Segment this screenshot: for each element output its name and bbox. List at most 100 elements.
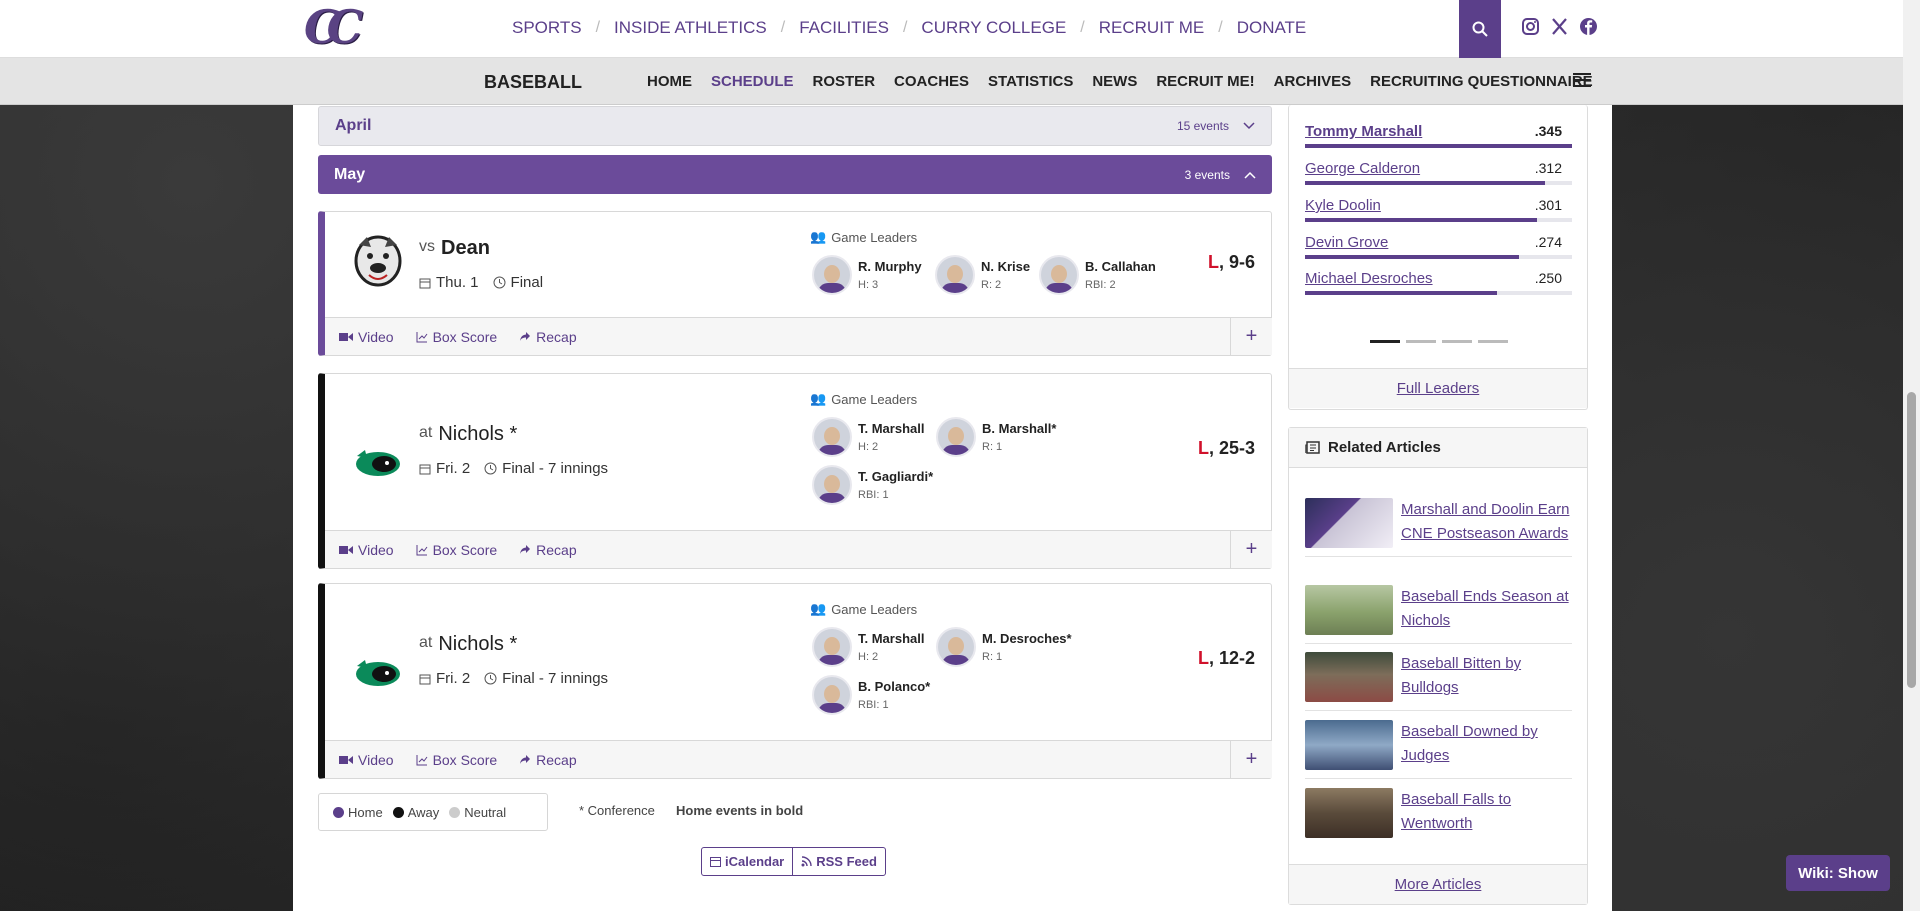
article-thumbnail[interactable] <box>1305 585 1393 635</box>
subnav-coaches[interactable]: COACHES <box>894 73 969 90</box>
leader-row[interactable]: George Calderon .312 <box>1305 160 1572 185</box>
expand-button[interactable]: + <box>1230 318 1272 355</box>
game-meta: Fri. 2 Final - 7 innings <box>419 670 608 687</box>
instagram-icon[interactable] <box>1521 17 1540 36</box>
month-accordion-may[interactable]: May 3 events <box>318 155 1272 194</box>
article-title[interactable]: Baseball Falls to Wentworth <box>1401 788 1572 838</box>
game-leader[interactable]: N. Krise R: 2 <box>935 255 1030 295</box>
video-link[interactable]: Video <box>339 329 394 345</box>
game-leader[interactable]: M. Desroches* R: 1 <box>936 627 1072 667</box>
carousel-dot[interactable] <box>1406 340 1436 343</box>
recap-link[interactable]: Recap <box>519 752 577 768</box>
nav-facilities[interactable]: FACILITIES <box>799 18 889 38</box>
more-articles-link[interactable]: More Articles <box>1289 864 1587 904</box>
game-leader[interactable]: R. Murphy H: 3 <box>812 255 922 295</box>
game-leader[interactable]: B. Callahan RBI: 2 <box>1039 255 1156 295</box>
subnav-statistics[interactable]: STATISTICS <box>988 73 1073 90</box>
video-link[interactable]: Video <box>339 542 394 558</box>
leader-row[interactable]: Michael Desroches .250 <box>1305 270 1572 295</box>
subnav-roster[interactable]: ROSTER <box>813 73 876 90</box>
leader-player[interactable]: Devin Grove <box>1305 234 1388 251</box>
leader-player[interactable]: Michael Desroches <box>1305 270 1433 287</box>
leader-player[interactable]: George Calderon <box>1305 160 1420 177</box>
subnav-recruiting-questionnaire[interactable]: RECRUITING QUESTIONNAIRE <box>1370 73 1593 90</box>
opponent-name[interactable]: Nichols * <box>438 633 517 655</box>
leader-bar-fill <box>1305 255 1519 259</box>
game-leader[interactable]: T. Marshall H: 2 <box>812 627 924 667</box>
expand-button[interactable]: + <box>1230 741 1272 778</box>
article-thumbnail[interactable] <box>1305 652 1393 702</box>
article-item[interactable]: Baseball Ends Season at Nichols <box>1305 585 1572 644</box>
article-item[interactable]: Baseball Falls to Wentworth <box>1305 788 1572 846</box>
x-twitter-icon[interactable] <box>1550 17 1569 36</box>
article-title[interactable]: Marshall and Doolin Earn CNE Postseason … <box>1401 498 1572 548</box>
carousel-dot[interactable] <box>1478 340 1508 343</box>
leader-stat: H: 3 <box>858 279 879 291</box>
article-item[interactable]: Baseball Downed by Judges <box>1305 720 1572 779</box>
nav-donate[interactable]: DONATE <box>1237 18 1307 38</box>
article-title[interactable]: Baseball Downed by Judges <box>1401 720 1572 770</box>
leader-row[interactable]: Devin Grove .274 <box>1305 234 1572 259</box>
share-icon <box>520 332 531 341</box>
month-accordion-april[interactable]: April 15 events <box>318 106 1272 146</box>
game-leader[interactable]: B. Polanco* RBI: 1 <box>812 675 930 715</box>
article-thumbnail[interactable] <box>1305 788 1393 838</box>
game-leader[interactable]: T. Marshall H: 2 <box>812 417 924 457</box>
subnav-schedule[interactable]: SCHEDULE <box>711 73 794 90</box>
carousel-dot[interactable] <box>1442 340 1472 343</box>
legend-home: Home <box>333 805 383 820</box>
article-item[interactable]: Marshall and Doolin Earn CNE Postseason … <box>1305 498 1572 557</box>
leader-player[interactable]: Kyle Doolin <box>1305 197 1381 214</box>
nav-sports[interactable]: SPORTS <box>512 18 582 38</box>
event-count: 3 events <box>1184 167 1230 182</box>
icalendar-button[interactable]: iCalendar <box>702 848 792 875</box>
facebook-icon[interactable] <box>1579 17 1598 36</box>
box-score-link[interactable]: Box Score <box>416 752 497 768</box>
nav-inside-athletics[interactable]: INSIDE ATHLETICS <box>614 18 767 38</box>
rss-feed-button[interactable]: RSS Feed <box>792 848 885 875</box>
leader-row[interactable]: Tommy Marshall .345 <box>1305 123 1572 148</box>
box-score-link[interactable]: Box Score <box>416 542 497 558</box>
article-title[interactable]: Baseball Ends Season at Nichols <box>1401 585 1572 635</box>
game-meta: Thu. 1 Final <box>419 274 543 291</box>
leader-player[interactable]: Tommy Marshall <box>1305 123 1422 140</box>
wiki-show-button[interactable]: Wiki: Show <box>1786 855 1890 891</box>
nav-separator: / <box>595 19 601 36</box>
calendar-icon <box>419 464 431 474</box>
nav-curry-college[interactable]: CURRY COLLEGE <box>921 18 1066 38</box>
box-score-link[interactable]: Box Score <box>416 329 497 345</box>
chevron-down-icon <box>1243 122 1255 130</box>
opponent-name[interactable]: Dean <box>441 237 490 259</box>
curry-college-logo[interactable]: CC <box>304 2 366 52</box>
game-status: Final - 7 innings <box>502 460 609 477</box>
game-leader[interactable]: T. Gagliardi* RBI: 1 <box>812 465 933 505</box>
subnav-recruit-me[interactable]: RECRUIT ME! <box>1156 73 1254 90</box>
sport-title[interactable]: BASEBALL <box>484 72 582 93</box>
article-thumbnail[interactable] <box>1305 720 1393 770</box>
subnav-news[interactable]: NEWS <box>1092 73 1137 90</box>
carousel-dot[interactable] <box>1370 340 1400 343</box>
search-button[interactable] <box>1459 0 1501 58</box>
video-link[interactable]: Video <box>339 752 394 768</box>
article-thumbnail[interactable] <box>1305 498 1393 548</box>
away-dot-icon <box>392 806 404 818</box>
game-card: vs Dean Thu. 1 Final 👥 Game Leaders R. Mur… <box>318 211 1272 356</box>
hamburger-menu-icon[interactable] <box>1573 73 1591 89</box>
game-leader[interactable]: B. Marshall* R: 1 <box>936 417 1056 457</box>
opponent: vs Dean <box>419 237 490 260</box>
subnav-home[interactable]: HOME <box>647 73 692 90</box>
video-icon <box>339 332 353 341</box>
leader-row[interactable]: Kyle Doolin .301 <box>1305 197 1572 222</box>
scrollbar-thumb[interactable] <box>1907 392 1916 688</box>
page-scrollbar[interactable] <box>1903 0 1920 911</box>
subnav-archives[interactable]: ARCHIVES <box>1274 73 1352 90</box>
recap-link[interactable]: Recap <box>519 542 577 558</box>
full-leaders-link[interactable]: Full Leaders <box>1289 368 1587 408</box>
nav-recruit-me[interactable]: RECRUIT ME <box>1099 18 1204 38</box>
opponent-name[interactable]: Nichols * <box>438 423 517 445</box>
article-item[interactable]: Baseball Bitten by Bulldogs <box>1305 652 1572 711</box>
recap-link[interactable]: Recap <box>519 329 577 345</box>
game-result: L, 9-6 <box>1208 252 1255 273</box>
article-title[interactable]: Baseball Bitten by Bulldogs <box>1401 652 1572 702</box>
expand-button[interactable]: + <box>1230 531 1272 568</box>
